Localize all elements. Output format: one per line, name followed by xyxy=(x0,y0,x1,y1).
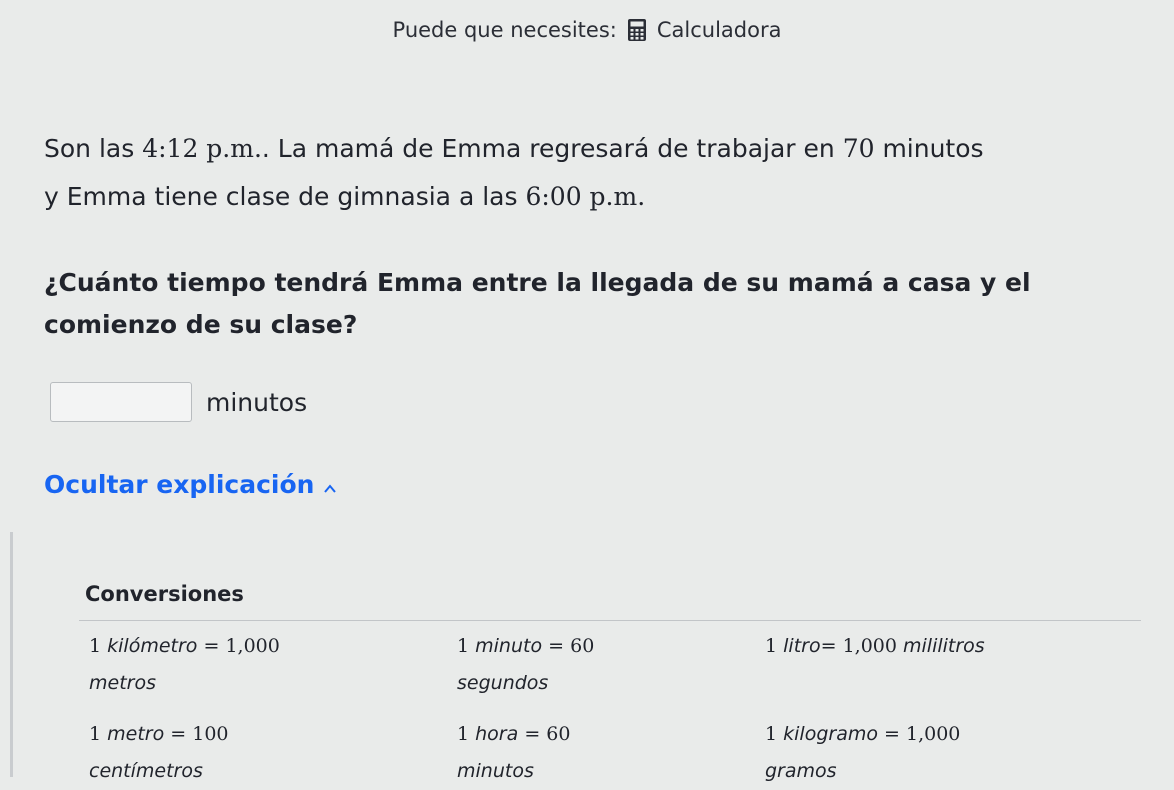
pm-label: p.m. xyxy=(198,134,262,163)
calculator-label[interactable]: Calculadora xyxy=(657,18,782,42)
problem-line-2: y Emma tiene clase de gimnasia a las 6:0… xyxy=(44,173,1154,221)
pm-label: p.m. xyxy=(581,182,646,211)
calculator-button[interactable]: Calculadora xyxy=(627,18,782,42)
chevron-up-icon xyxy=(324,483,337,493)
calculator-icon xyxy=(627,19,646,41)
answer-input[interactable] xyxy=(50,382,192,422)
problem-text: . La mamá de Emma regresará de trabajar … xyxy=(261,134,843,163)
explanation-panel: Conversiones 1 kilómetro = 1,000 metros … xyxy=(10,532,1174,782)
tools-prefix: Puede que necesites: xyxy=(392,18,617,42)
conversion-item: 1 litro= 1,000 mililitros xyxy=(765,635,985,657)
conversion-item: 1 minuto = 60 segundos xyxy=(457,635,595,694)
hide-explanation-button[interactable]: Ocultar explicación xyxy=(44,470,337,499)
answer-row: minutos xyxy=(50,382,307,422)
minutes-value: 70 xyxy=(842,134,875,163)
conversion-item: 1 hora = 60 minutos xyxy=(457,723,571,782)
current-time: 4:12 xyxy=(142,134,199,163)
problem-text: minutos xyxy=(874,134,984,163)
answer-unit: minutos xyxy=(206,387,308,417)
conversion-item: 1 kilogramo = 1,000 gramos xyxy=(765,723,961,782)
divider xyxy=(79,620,1141,621)
hide-explanation-label[interactable]: Ocultar explicación xyxy=(44,470,314,499)
class-time: 6:00 xyxy=(525,182,582,211)
problem-statement: Son las 4:12 p.m.. La mamá de Emma regre… xyxy=(44,125,1154,221)
problem-line-1: Son las 4:12 p.m.. La mamá de Emma regre… xyxy=(44,125,1154,173)
question-text: ¿Cuánto tiempo tendrá Emma entre la lleg… xyxy=(44,268,1031,339)
conversions-title: Conversiones xyxy=(85,582,244,606)
conversion-item: 1 metro = 100 centímetros xyxy=(89,723,229,782)
problem-text: y Emma tiene clase de gimnasia a las xyxy=(44,182,526,211)
problem-text: Son las xyxy=(44,134,143,163)
conversion-item: 1 kilómetro = 1,000 metros xyxy=(89,635,280,694)
tools-bar: Puede que necesites: Calculadora xyxy=(0,18,1174,42)
